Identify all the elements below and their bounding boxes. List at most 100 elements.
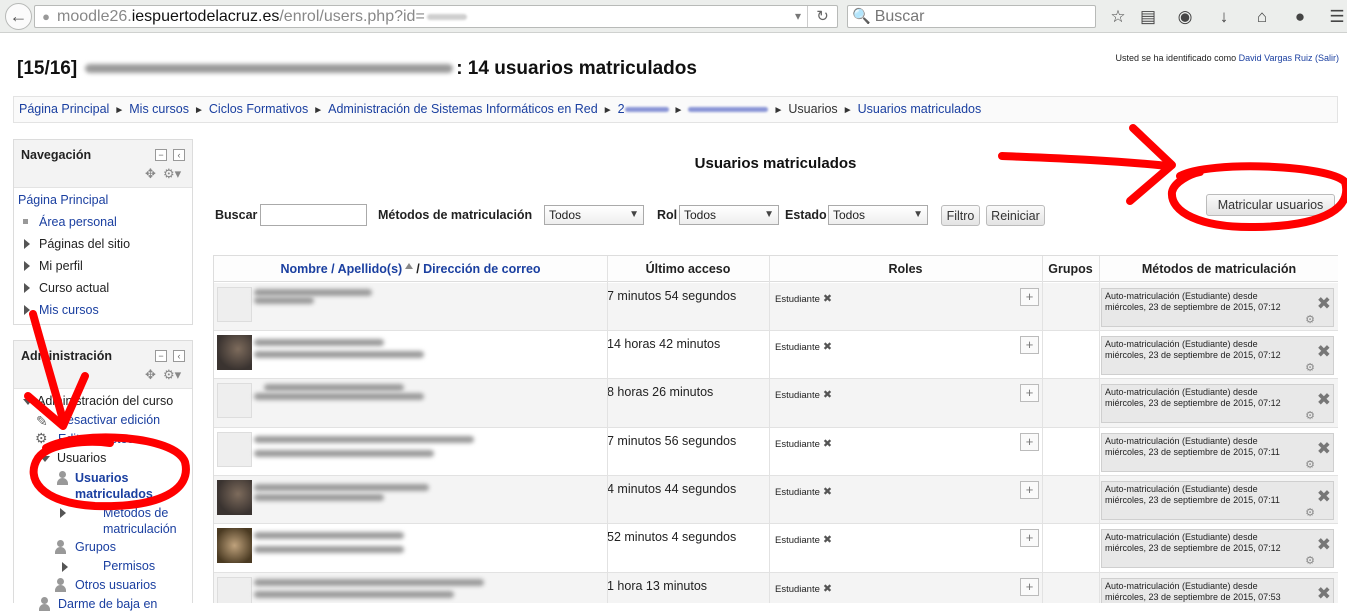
remove-role-icon[interactable]: ✖ <box>823 438 832 450</box>
user-name-redacted[interactable] <box>254 351 424 358</box>
expand-icon[interactable] <box>24 283 30 293</box>
user-name-redacted[interactable] <box>254 297 314 304</box>
remove-role-icon[interactable]: ✖ <box>823 389 832 401</box>
breadcrumb-course-short[interactable]: 2 <box>618 102 625 116</box>
unenrol-icon[interactable]: ✖ <box>1317 295 1331 312</box>
remove-role-icon[interactable]: ✖ <box>823 534 832 546</box>
expand-icon[interactable] <box>24 261 30 271</box>
admin-users[interactable]: Usuarios <box>57 451 106 465</box>
unenrol-icon[interactable]: ✖ <box>1317 391 1331 408</box>
gear-icon[interactable]: ⚙▾ <box>163 166 181 182</box>
admin-edit-settings[interactable]: Editar ajustes <box>58 432 134 446</box>
add-role-icon[interactable]: + <box>1020 433 1039 451</box>
edit-enrolment-gear-icon[interactable]: ⚙ <box>1305 409 1315 422</box>
add-role-icon[interactable]: + <box>1020 384 1039 402</box>
user-name-redacted[interactable] <box>254 579 484 586</box>
nav-my-courses[interactable]: Mis cursos <box>39 303 99 317</box>
nav-dashboard[interactable]: Área personal <box>39 215 117 229</box>
breadcrumb-asir[interactable]: Administración de Sistemas Informáticos … <box>328 102 598 116</box>
breadcrumb-enrolled-users[interactable]: Usuarios matriculados <box>858 102 982 116</box>
download-icon[interactable]: ↓ <box>1212 5 1236 28</box>
methods-select[interactable]: Todos ▼ <box>544 205 644 225</box>
enrol-users-button[interactable]: Matricular usuarios <box>1206 194 1335 216</box>
edit-enrolment-gear-icon[interactable]: ⚙ <box>1305 506 1315 519</box>
pocket-icon[interactable]: ◉ <box>1173 5 1197 28</box>
move-icon[interactable]: ✥ <box>145 367 156 383</box>
reset-button[interactable]: Reiniciar <box>986 205 1045 226</box>
bookmark-star-icon[interactable]: ☆ <box>1106 5 1130 28</box>
status-select[interactable]: Todos ▼ <box>828 205 928 225</box>
add-role-icon[interactable]: + <box>1020 288 1039 306</box>
edit-enrolment-gear-icon[interactable]: ⚙ <box>1305 554 1315 567</box>
user-avatar[interactable] <box>217 528 252 563</box>
unenrol-icon[interactable]: ✖ <box>1317 536 1331 553</box>
sort-by-name-link[interactable]: Nombre / Apellido(s) <box>280 262 402 276</box>
admin-other-users[interactable]: Otros usuarios <box>75 578 156 592</box>
sort-by-email-link[interactable]: Dirección de correo <box>423 262 540 276</box>
user-avatar[interactable] <box>217 432 252 467</box>
user-name-redacted[interactable] <box>254 591 454 598</box>
edit-enrolment-gear-icon[interactable]: ⚙ <box>1305 361 1315 374</box>
collapse-icon[interactable]: − <box>155 149 167 161</box>
unenrol-icon[interactable]: ✖ <box>1317 343 1331 360</box>
user-avatar[interactable] <box>217 480 252 515</box>
move-icon[interactable]: ✥ <box>145 166 156 182</box>
unenrol-icon[interactable]: ✖ <box>1317 585 1331 602</box>
expand-icon[interactable] <box>62 562 68 572</box>
expand-icon[interactable] <box>24 239 30 249</box>
nav-my-profile[interactable]: Mi perfil <box>39 259 83 273</box>
back-arrow-icon[interactable]: ← <box>5 3 32 30</box>
collapse-tree-icon[interactable] <box>40 456 50 462</box>
admin-enrolment-methods[interactable]: Métodos de matriculación <box>103 505 193 537</box>
add-role-icon[interactable]: + <box>1020 481 1039 499</box>
breadcrumb-my-courses[interactable]: Mis cursos <box>129 102 189 116</box>
dock-icon[interactable]: ‹ <box>173 350 185 362</box>
user-name-redacted[interactable] <box>254 494 384 501</box>
breadcrumb-ciclos[interactable]: Ciclos Formativos <box>209 102 308 116</box>
expand-icon[interactable] <box>24 305 30 315</box>
chat-icon[interactable]: ● <box>1288 5 1312 28</box>
add-role-icon[interactable]: + <box>1020 578 1039 596</box>
role-select[interactable]: Todos ▼ <box>679 205 779 225</box>
admin-groups[interactable]: Grupos <box>75 540 116 554</box>
user-name-redacted[interactable] <box>254 484 429 491</box>
user-profile-link[interactable]: David Vargas Ruiz <box>1239 53 1313 63</box>
nav-current-course[interactable]: Curso actual <box>39 281 109 295</box>
user-name-redacted[interactable] <box>254 289 372 296</box>
breadcrumb-home[interactable]: Página Principal <box>19 102 109 116</box>
remove-role-icon[interactable]: ✖ <box>823 293 832 305</box>
edit-enrolment-gear-icon[interactable]: ⚙ <box>1305 458 1315 471</box>
nav-site-pages[interactable]: Páginas del sitio <box>39 237 130 251</box>
dock-icon[interactable]: ‹ <box>173 149 185 161</box>
expand-icon[interactable] <box>60 508 66 518</box>
add-role-icon[interactable]: + <box>1020 529 1039 547</box>
menu-icon[interactable]: ☰ <box>1325 5 1347 28</box>
gear-icon[interactable]: ⚙▾ <box>163 367 181 383</box>
edit-enrolment-gear-icon[interactable]: ⚙ <box>1305 313 1315 326</box>
remove-role-icon[interactable]: ✖ <box>823 341 832 353</box>
url-dropdown-icon[interactable]: ▾ <box>795 6 801 27</box>
collapse-tree-icon[interactable] <box>23 399 33 405</box>
user-name-redacted[interactable] <box>254 546 404 553</box>
user-name-redacted[interactable] <box>254 436 474 443</box>
remove-role-icon[interactable]: ✖ <box>823 583 832 595</box>
reading-list-icon[interactable]: ▤ <box>1136 5 1160 28</box>
admin-enrolled-users[interactable]: Usuarios matriculados <box>75 470 175 502</box>
admin-unenrol-me[interactable]: Darme de baja en <box>58 597 157 611</box>
unenrol-icon[interactable]: ✖ <box>1317 488 1331 505</box>
user-avatar[interactable] <box>217 287 252 322</box>
user-avatar[interactable] <box>217 335 252 370</box>
reload-icon[interactable]: ↻ <box>807 6 837 27</box>
logout-link[interactable]: (Salir) <box>1315 53 1339 63</box>
home-icon[interactable]: ⌂ <box>1250 5 1274 28</box>
admin-disable-editing[interactable]: Desactivar edición <box>58 413 160 427</box>
user-avatar[interactable] <box>217 577 252 603</box>
filter-button[interactable]: Filtro <box>941 205 980 226</box>
user-name-redacted[interactable] <box>254 450 434 457</box>
remove-role-icon[interactable]: ✖ <box>823 486 832 498</box>
user-name-redacted[interactable] <box>254 532 404 539</box>
breadcrumb-redacted-2[interactable] <box>688 107 769 113</box>
search-bar[interactable]: 🔍 Buscar <box>847 5 1096 28</box>
admin-course-admin[interactable]: Administración del curso <box>37 394 173 408</box>
nav-home[interactable]: Página Principal <box>18 193 108 207</box>
